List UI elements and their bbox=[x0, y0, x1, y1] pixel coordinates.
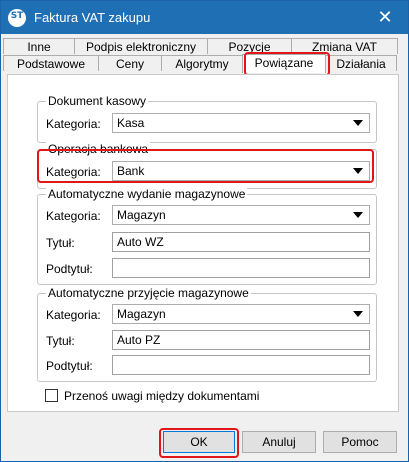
kasa-category-select[interactable]: Kasa bbox=[112, 113, 370, 133]
wydanie-subtitle-input[interactable] bbox=[112, 258, 370, 278]
group-title: Dokument kasowy bbox=[46, 94, 149, 108]
kategoria-label: Kategoria: bbox=[46, 117, 101, 131]
tab-ceny[interactable]: Ceny bbox=[98, 55, 162, 71]
przyjecie-subtitle-input[interactable] bbox=[112, 355, 370, 375]
wydanie-title-input[interactable]: Auto WZ bbox=[112, 232, 370, 252]
window-title: Faktura VAT zakupu bbox=[34, 10, 151, 25]
tab-inne[interactable]: Inne bbox=[3, 38, 75, 54]
group-dokument-kasowy: Dokument kasowy Kategoria: Kasa bbox=[37, 94, 377, 143]
group-wydanie-magazynowe: Automatyczne wydanie magazynowe Kategori… bbox=[37, 187, 377, 285]
tab-row-top: Inne Podpis elektroniczny Pozycje Zmiana… bbox=[3, 38, 398, 55]
close-icon[interactable]: ✕ bbox=[362, 1, 408, 34]
app-logo-icon: ST bbox=[8, 9, 26, 27]
tab-panel: Dokument kasowy Kategoria: Kasa Operacja… bbox=[7, 74, 399, 412]
przyjecie-category-select[interactable]: Magazyn bbox=[112, 304, 370, 324]
kategoria-label: Kategoria: bbox=[46, 308, 101, 322]
tab-podstawowe[interactable]: Podstawowe bbox=[3, 55, 99, 71]
ok-highlight-marker bbox=[159, 428, 239, 458]
group-title: Automatyczne przyjęcie magazynowe bbox=[46, 286, 251, 300]
group-przyjecie-magazynowe: Automatyczne przyjęcie magazynowe Katego… bbox=[37, 286, 377, 382]
chevron-down-icon bbox=[353, 212, 363, 218]
tab-algorytmy[interactable]: Algorytmy bbox=[161, 55, 243, 71]
kategoria-label: Kategoria: bbox=[46, 209, 101, 223]
wydanie-category-select[interactable]: Magazyn bbox=[112, 205, 370, 225]
bank-category-highlight-marker bbox=[37, 149, 374, 183]
chevron-down-icon bbox=[353, 120, 363, 126]
tab-podpis-elektroniczny[interactable]: Podpis elektroniczny bbox=[74, 38, 208, 54]
dialog-window: ST Faktura VAT zakupu ✕ Inne Podpis elek… bbox=[0, 0, 409, 462]
tab-row-bottom: Podstawowe Ceny Algorytmy Powiązane Dzia… bbox=[3, 54, 397, 73]
group-title: Automatyczne wydanie magazynowe bbox=[46, 187, 248, 201]
tab-dzialania[interactable]: Działania bbox=[325, 55, 397, 71]
title-bar[interactable]: ST Faktura VAT zakupu ✕ bbox=[1, 1, 408, 34]
cancel-button[interactable]: Anuluj bbox=[242, 431, 316, 453]
chevron-down-icon bbox=[353, 311, 363, 317]
podtytul-label: Podtytuł: bbox=[46, 359, 93, 373]
help-button[interactable]: Pomoc bbox=[323, 431, 397, 453]
przenos-uwagi-checkbox[interactable] bbox=[45, 389, 58, 402]
tab-highlight-marker bbox=[244, 52, 330, 76]
tytul-label: Tytuł: bbox=[46, 236, 75, 250]
przenos-uwagi-label: Przenoś uwagi między dokumentami bbox=[64, 389, 260, 403]
podtytul-label: Podtytuł: bbox=[46, 262, 93, 276]
tytul-label: Tytuł: bbox=[46, 334, 75, 348]
przyjecie-title-input[interactable]: Auto PZ bbox=[112, 330, 370, 350]
